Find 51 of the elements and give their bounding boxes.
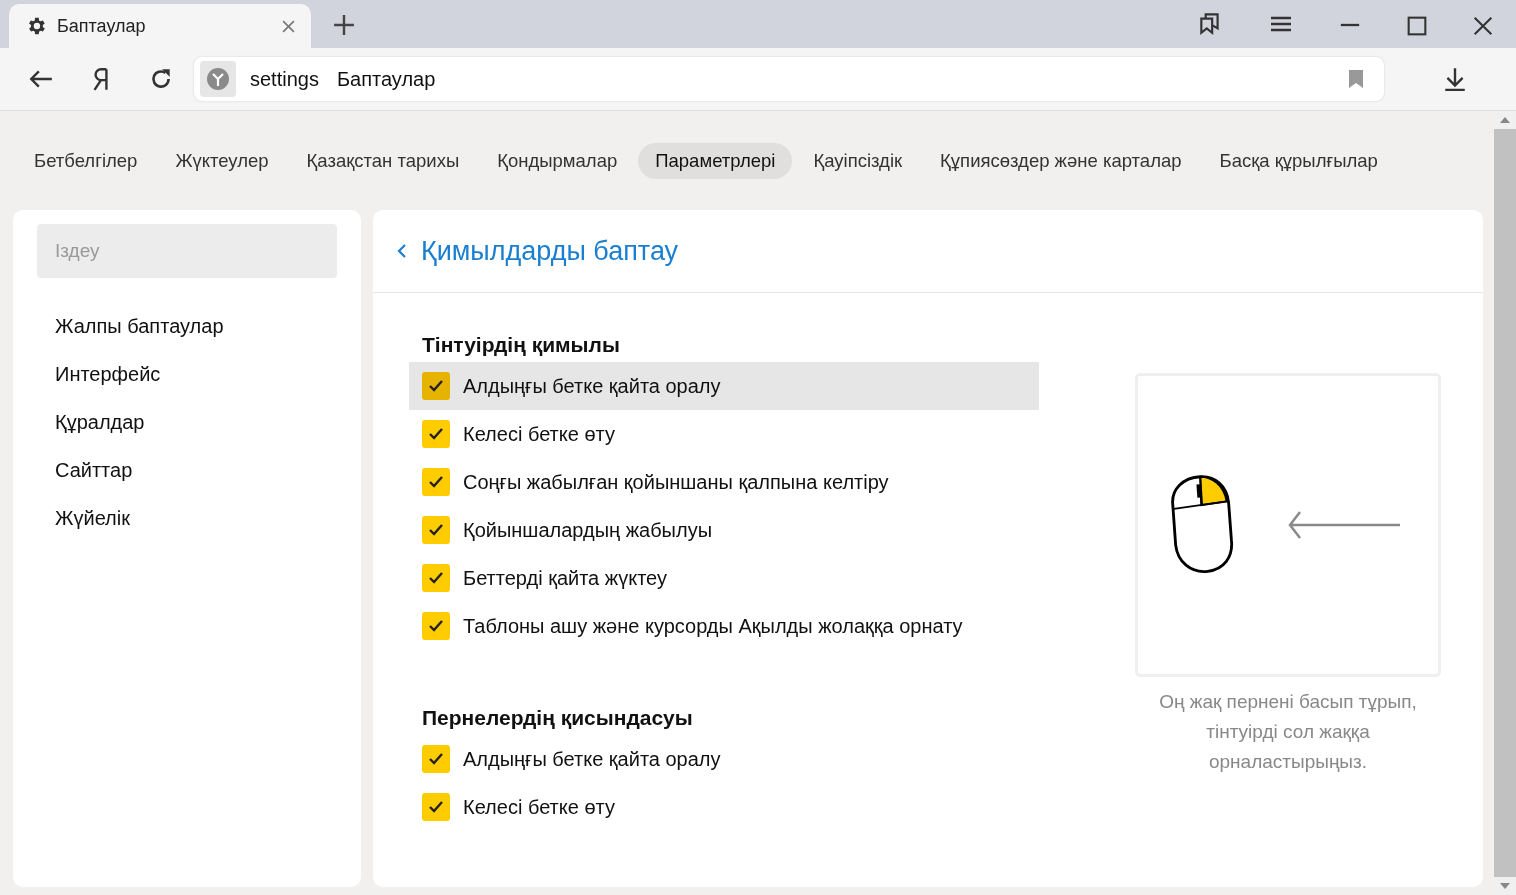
option-label: Беттерді қайта жүктеу [463, 566, 667, 590]
option-label: Алдыңғы бетке қайта оралу [463, 747, 721, 771]
option-label: Қойыншалардың жабылуы [463, 518, 712, 542]
download-icon[interactable] [1442, 65, 1468, 93]
tab-title: Баптаулар [57, 15, 147, 37]
checkbox[interactable] [422, 564, 450, 592]
browser-logo-icon [200, 61, 236, 97]
settings-tab[interactable]: Қазақстан тарихы [289, 142, 477, 179]
scroll-up-icon[interactable] [1500, 117, 1510, 123]
settings-tab[interactable]: Қондырмалар [480, 142, 635, 179]
url-page: Баптаулар [336, 67, 436, 91]
scroll-down-icon[interactable] [1500, 883, 1510, 889]
checkbox[interactable] [422, 612, 450, 640]
option-label: Соңғы жабылған қойыншаны қалпына келтіру [463, 470, 889, 494]
settings-tab[interactable]: Қауіпсіздік [796, 142, 920, 179]
new-tab-icon[interactable] [333, 14, 355, 36]
option-label: Таблоны ашу және курсорды Ақылды жолаққа орнату [463, 614, 963, 638]
sidebar-item[interactable]: Сайттар [55, 456, 337, 504]
checkbox[interactable] [422, 516, 450, 544]
checkbox[interactable] [422, 420, 450, 448]
checkbox[interactable] [422, 793, 450, 821]
option-label: Алдыңғы бетке қайта оралу [463, 374, 721, 398]
maximize-icon[interactable] [1407, 16, 1427, 36]
section-heading: Пернелердің қисындасуы [421, 706, 694, 730]
sidebar-item[interactable]: Интерфейс [55, 360, 337, 408]
browser-tab[interactable]: Баптаулар [9, 4, 311, 48]
left-arrow-icon [1288, 509, 1402, 541]
checkbox[interactable] [422, 468, 450, 496]
option-label: Келесі бетке өту [463, 795, 615, 819]
back-chevron-icon[interactable] [397, 243, 407, 259]
settings-tab[interactable]: Басқа құрылғылар [1202, 142, 1395, 179]
bookmark-icon[interactable] [1348, 69, 1364, 89]
sidebar-item[interactable]: Жүйелік [55, 504, 337, 552]
option-label: Келесі бетке өту [463, 422, 615, 446]
sidebar-item[interactable]: Жалпы баптаулар [55, 312, 337, 360]
sidebar-item[interactable]: Құралдар [55, 408, 337, 456]
close-icon[interactable] [282, 19, 295, 33]
settings-tab[interactable]: Құпиясөздер және карталар [923, 142, 1199, 179]
checkbox[interactable] [422, 745, 450, 773]
address-bar[interactable]: settings Баптаулар [194, 57, 1384, 101]
close-icon[interactable] [1473, 16, 1493, 36]
url-scheme: settings [250, 67, 319, 91]
page-title: Қимылдарды баптау [421, 235, 679, 267]
settings-tab[interactable]: Жүктеулер [158, 142, 286, 179]
hint-text: Оң жақ пернені басып тұрып, тінтуірді сол жаққа орналастырыңыз. [1158, 690, 1418, 774]
checkbox[interactable] [422, 372, 450, 400]
section-heading: Тінтуірдің қимылы [421, 333, 621, 357]
scrollbar-thumb[interactable] [1494, 129, 1516, 877]
search-field[interactable]: Іздеу [37, 224, 337, 278]
settings-tab[interactable]: Параметрлері [638, 142, 793, 179]
settings-tab[interactable]: Бетбелгілер [17, 142, 155, 179]
